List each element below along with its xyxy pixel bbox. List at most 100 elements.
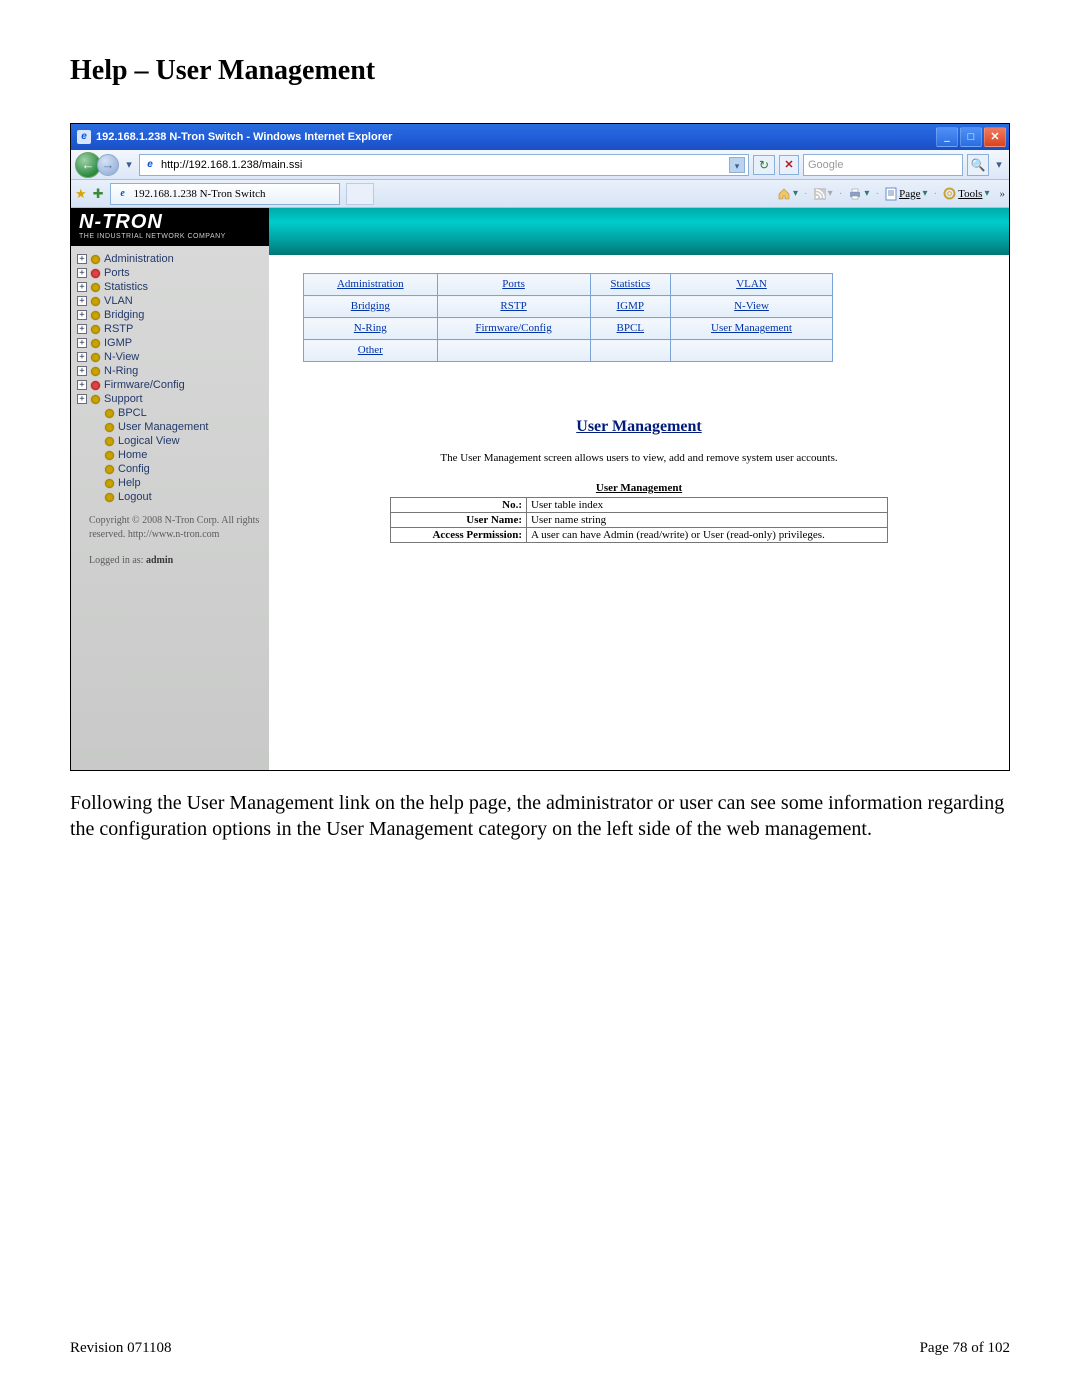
help-link-cell[interactable]: VLAN <box>671 274 833 296</box>
nav-item-label: BPCL <box>118 407 147 419</box>
search-button[interactable]: 🔍 <box>967 154 989 176</box>
bullet-icon <box>105 479 114 488</box>
field-value: A user can have Admin (read/write) or Us… <box>527 528 888 543</box>
search-placeholder: Google <box>808 159 843 171</box>
nav-item-config[interactable]: +Config <box>77 462 265 476</box>
expand-icon[interactable]: + <box>77 366 87 376</box>
home-button[interactable]: ▾ <box>777 187 798 201</box>
nav-item-user-management[interactable]: +User Management <box>77 420 265 434</box>
nav-item-label: Administration <box>104 253 174 265</box>
expand-icon[interactable]: + <box>77 352 87 362</box>
help-link[interactable]: Firmware/Config <box>475 322 551 334</box>
nav-item-bpcl[interactable]: +BPCL <box>77 406 265 420</box>
bullet-icon <box>91 283 100 292</box>
help-link-cell <box>590 340 670 362</box>
help-link-cell[interactable]: N-View <box>671 296 833 318</box>
help-link-cell[interactable]: RSTP <box>437 296 590 318</box>
search-box[interactable]: Google <box>803 154 963 176</box>
address-toolbar: ← → ▾ e http://192.168.1.238/main.ssi ▾ … <box>71 150 1009 180</box>
browser-tab[interactable]: e 192.168.1.238 N-Tron Switch <box>110 183 340 205</box>
close-button[interactable]: ✕ <box>984 127 1006 147</box>
stop-button[interactable]: ✕ <box>779 155 799 175</box>
nav-item-firmware-config[interactable]: +Firmware/Config <box>77 378 265 392</box>
nav-item-statistics[interactable]: +Statistics <box>77 280 265 294</box>
page-menu-label: Page <box>899 188 920 200</box>
nav-item-label: Bridging <box>104 309 144 321</box>
add-favorite-icon[interactable]: ✚ <box>93 186 104 202</box>
help-link[interactable]: Bridging <box>351 300 390 312</box>
help-link[interactable]: VLAN <box>736 278 767 290</box>
help-link-cell[interactable]: BPCL <box>590 318 670 340</box>
tab-toolbar: ★ ✚ e 192.168.1.238 N-Tron Switch ▾ · ▾ … <box>71 180 1009 208</box>
expand-icon[interactable]: + <box>77 254 87 264</box>
help-link[interactable]: N-Ring <box>354 322 387 334</box>
help-link-cell[interactable]: Firmware/Config <box>437 318 590 340</box>
history-dropdown[interactable]: ▾ <box>123 158 135 171</box>
feeds-button[interactable]: ▾ <box>814 188 833 200</box>
page-footer: Revision 071108 Page 78 of 102 <box>70 1340 1010 1357</box>
help-link-cell[interactable]: Ports <box>437 274 590 296</box>
help-link[interactable]: RSTP <box>500 300 526 312</box>
nav-item-administration[interactable]: + Administration <box>77 252 265 266</box>
nav-item-bridging[interactable]: + Bridging <box>77 308 265 322</box>
window-title: 192.168.1.238 N-Tron Switch - Windows In… <box>96 124 936 150</box>
minimize-button[interactable]: _ <box>936 127 958 147</box>
screenshot-window: e 192.168.1.238 N-Tron Switch - Windows … <box>70 123 1010 771</box>
help-link-cell[interactable]: Other <box>304 340 438 362</box>
nav-item-help[interactable]: +Help <box>77 476 265 490</box>
expand-icon[interactable]: + <box>77 268 87 278</box>
help-link[interactable]: IGMP <box>617 300 645 312</box>
expand-icon[interactable]: + <box>77 324 87 334</box>
nav-item-support[interactable]: +Support <box>77 392 265 406</box>
tab-page-icon: e <box>116 187 130 201</box>
maximize-button[interactable]: □ <box>960 127 982 147</box>
help-link[interactable]: Ports <box>502 278 525 290</box>
tools-menu[interactable]: Tools ▾ <box>943 187 989 200</box>
bullet-icon <box>105 437 114 446</box>
favorites-icon[interactable]: ★ <box>75 186 87 202</box>
help-link-cell[interactable]: User Management <box>671 318 833 340</box>
address-bar[interactable]: e http://192.168.1.238/main.ssi ▾ <box>139 154 749 176</box>
nav-item-igmp[interactable]: +IGMP <box>77 336 265 350</box>
page-menu[interactable]: Page ▾ <box>885 187 927 201</box>
expand-icon[interactable]: + <box>77 338 87 348</box>
help-link-cell[interactable]: IGMP <box>590 296 670 318</box>
help-link-cell <box>671 340 833 362</box>
nav-item-label: Logout <box>118 491 152 503</box>
expand-icon[interactable]: + <box>77 394 87 404</box>
help-link-cell[interactable]: Statistics <box>590 274 670 296</box>
help-link-cell[interactable]: Administration <box>304 274 438 296</box>
help-link-cell[interactable]: Bridging <box>304 296 438 318</box>
nav-item-n-ring[interactable]: +N-Ring <box>77 364 265 378</box>
ie-icon: e <box>77 130 91 144</box>
nav-item-n-view[interactable]: +N-View <box>77 350 265 364</box>
new-tab-button[interactable] <box>346 183 374 205</box>
expand-icon[interactable]: + <box>77 310 87 320</box>
overflow-chevron-icon[interactable]: » <box>1000 188 1006 200</box>
nav-item-logical-view[interactable]: +Logical View <box>77 434 265 448</box>
nav-item-home[interactable]: +Home <box>77 448 265 462</box>
expand-icon[interactable]: + <box>77 380 87 390</box>
help-link[interactable]: Statistics <box>610 278 650 290</box>
nav-item-label: User Management <box>118 421 209 433</box>
expand-icon[interactable]: + <box>77 296 87 306</box>
help-link[interactable]: N-View <box>734 300 769 312</box>
nav-item-rstp[interactable]: + RSTP <box>77 322 265 336</box>
help-link[interactable]: Other <box>358 344 383 356</box>
help-link-cell[interactable]: N-Ring <box>304 318 438 340</box>
help-link[interactable]: User Management <box>711 322 792 334</box>
refresh-button[interactable]: ↻ <box>753 155 775 175</box>
forward-button[interactable]: → <box>97 154 119 176</box>
help-link[interactable]: Administration <box>337 278 404 290</box>
field-value: User name string <box>527 513 888 528</box>
bullet-icon <box>91 395 100 404</box>
print-button[interactable]: ▾ <box>848 188 869 200</box>
nav-item-label: RSTP <box>104 323 133 335</box>
nav-item-logout[interactable]: +Logout <box>77 490 265 504</box>
address-dropdown[interactable]: ▾ <box>729 157 745 173</box>
search-dropdown[interactable]: ▾ <box>993 158 1005 171</box>
nav-item-vlan[interactable]: +VLAN <box>77 294 265 308</box>
nav-item-ports[interactable]: +Ports <box>77 266 265 280</box>
help-link[interactable]: BPCL <box>617 322 645 334</box>
expand-icon[interactable]: + <box>77 282 87 292</box>
